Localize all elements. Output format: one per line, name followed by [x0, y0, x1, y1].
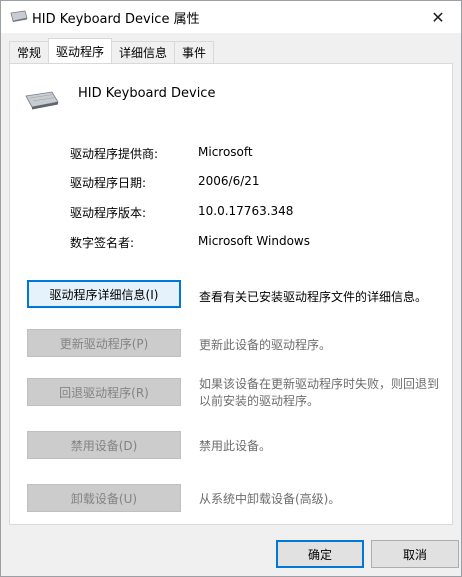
rollback-driver-description: 如果该设备在更新驱动程序时失败，则回退到以前安装的驱动程序。: [199, 377, 440, 408]
uninstall-device-button[interactable]: 卸载设备(U): [27, 484, 181, 512]
close-icon: ✕: [431, 7, 445, 27]
provider-label: 驱动程序提供商:: [70, 147, 159, 161]
provider-value: Microsoft: [198, 145, 253, 159]
update-driver-description: 更新此设备的驱动程序。: [199, 338, 332, 352]
driver-panel: HID Keyboard Device 驱动程序提供商: Microsoft 驱…: [9, 63, 453, 525]
keyboard-device-icon: [25, 91, 59, 110]
window-title: HID Keyboard Device 属性: [32, 12, 200, 27]
tab-details[interactable]: 详细信息: [111, 41, 176, 63]
update-driver-button[interactable]: 更新驱动程序(P): [27, 329, 181, 357]
tab-general[interactable]: 常规: [9, 41, 50, 63]
date-value: 2006/6/21: [198, 174, 260, 188]
tab-events[interactable]: 事件: [174, 41, 215, 63]
title-bar[interactable]: HID Keyboard Device 属性 ✕: [1, 1, 461, 33]
driver-details-description: 查看有关已安装驱动程序文件的详细信息。: [199, 290, 428, 304]
tab-strip: 常规 驱动程序 详细信息 事件: [9, 38, 215, 64]
signer-value: Microsoft Windows: [198, 234, 310, 248]
signer-label: 数字签名者:: [70, 236, 135, 250]
rollback-driver-button[interactable]: 回退驱动程序(R): [27, 378, 181, 406]
uninstall-device-description: 从系统中卸载设备(高级)。: [199, 492, 341, 506]
cancel-button[interactable]: 取消: [371, 540, 459, 568]
device-name: HID Keyboard Device: [78, 86, 216, 101]
keyboard-icon: [10, 10, 28, 22]
date-label: 驱动程序日期:: [70, 176, 147, 190]
version-value: 10.0.17763.348: [198, 204, 294, 218]
disable-device-description: 禁用此设备。: [199, 439, 272, 453]
ok-button[interactable]: 确定: [276, 540, 364, 568]
properties-dialog: HID Keyboard Device 属性 ✕ 常规 驱动程序 详细信息 事件…: [0, 0, 462, 577]
tab-driver[interactable]: 驱动程序: [48, 38, 113, 63]
driver-details-button[interactable]: 驱动程序详细信息(I): [27, 280, 181, 308]
close-button[interactable]: ✕: [415, 1, 461, 33]
disable-device-button[interactable]: 禁用设备(D): [27, 431, 181, 459]
version-label: 驱动程序版本:: [70, 206, 147, 220]
